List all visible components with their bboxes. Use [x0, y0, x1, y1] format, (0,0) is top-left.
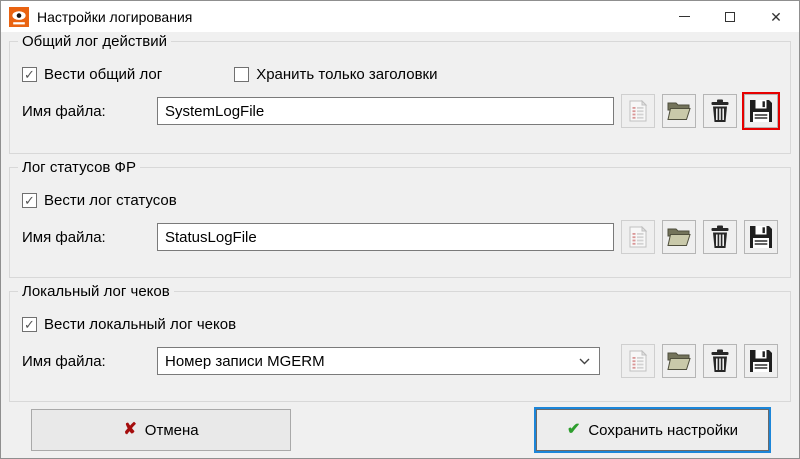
minimize-icon [678, 16, 690, 17]
checkbox-keep-local-receipt-log[interactable]: ✓ Вести локальный лог чеков [22, 316, 236, 333]
checkbox-label: Вести лог статусов [44, 192, 177, 209]
folder-open-icon [667, 352, 691, 370]
check-icon: ✓ [24, 317, 35, 332]
checkbox-box: ✓ [22, 193, 37, 208]
group-local-receipt-log: Локальный лог чеков ✓ Вести локальный ло… [9, 283, 791, 402]
cancel-x-icon: ✘ [123, 421, 137, 438]
status-log-filename-input[interactable] [157, 223, 614, 251]
open-folder-button[interactable] [662, 94, 696, 128]
floppy-save-icon [750, 350, 772, 372]
checkbox-label: Вести общий лог [44, 66, 163, 83]
view-log-button[interactable] [621, 344, 655, 378]
view-log-button[interactable] [621, 220, 655, 254]
cancel-button[interactable]: ✘ Отмена [31, 409, 291, 451]
local-log-filename-combobox[interactable]: Номер записи MGERM [157, 347, 600, 375]
title-bar: Настройки логирования ✕ [1, 1, 799, 32]
checkbox-box: ✓ [22, 317, 37, 332]
floppy-save-icon [750, 226, 772, 248]
trash-icon [711, 225, 729, 248]
delete-file-button[interactable] [703, 344, 737, 378]
folder-open-icon [667, 102, 691, 120]
checkbox-keep-status-log[interactable]: ✓ Вести лог статусов [22, 192, 177, 209]
checkbox-store-headers-only[interactable]: ✓ Хранить только заголовки [234, 66, 437, 83]
save-file-button[interactable] [744, 344, 778, 378]
cancel-button-label: Отмена [144, 421, 199, 439]
footer: ✘ Отмена ✔ Сохранить настройки [1, 409, 799, 451]
file-name-label: Имя файла: [22, 228, 106, 246]
file-name-label: Имя файла: [22, 102, 106, 120]
save-check-icon: ✔ [566, 421, 581, 438]
combobox-value: Номер записи MGERM [165, 352, 325, 370]
save-file-button[interactable] [744, 220, 778, 254]
maximize-icon [725, 11, 735, 22]
log-view-icon [629, 350, 648, 372]
open-folder-button[interactable] [662, 220, 696, 254]
trash-icon [711, 99, 729, 122]
folder-open-icon [667, 228, 691, 246]
window-title: Настройки логирования [37, 8, 193, 25]
checkbox-label: Хранить только заголовки [256, 66, 438, 83]
close-icon: ✕ [770, 8, 782, 25]
checkbox-box: ✓ [234, 67, 250, 82]
delete-file-button[interactable] [703, 94, 737, 128]
general-log-filename-input[interactable] [157, 97, 614, 125]
open-folder-button[interactable] [662, 344, 696, 378]
group-title: Лог статусов ФР [18, 159, 140, 176]
file-name-label: Имя файла: [22, 352, 106, 370]
group-title: Общий лог действий [18, 33, 171, 50]
save-file-button-highlighted[interactable] [742, 92, 780, 130]
log-view-icon [629, 226, 648, 248]
app-logo-icon [9, 6, 29, 27]
checkbox-label: Вести локальный лог чеков [44, 316, 237, 333]
save-settings-button-label: Сохранить настройки [588, 421, 739, 439]
check-icon: ✓ [24, 193, 35, 208]
maximize-button[interactable] [707, 1, 753, 32]
chevron-down-icon [579, 358, 590, 364]
trash-icon [711, 349, 729, 372]
close-button[interactable]: ✕ [753, 1, 799, 32]
floppy-save-icon [750, 100, 772, 122]
minimize-button[interactable] [661, 1, 707, 32]
settings-dialog: Настройки логирования ✕ Общий лог действ… [0, 0, 800, 459]
log-view-icon [629, 100, 648, 122]
save-settings-button[interactable]: ✔ Сохранить настройки [536, 409, 769, 451]
view-log-button[interactable] [621, 94, 655, 128]
checkbox-keep-general-log[interactable]: ✓ Вести общий лог [22, 66, 162, 83]
delete-file-button[interactable] [703, 220, 737, 254]
group-status-log: Лог статусов ФР ✓ Вести лог статусов Имя… [9, 159, 791, 278]
checkbox-box: ✓ [22, 67, 37, 82]
check-icon: ✓ [24, 67, 35, 82]
group-title: Локальный лог чеков [18, 283, 174, 300]
group-general-log: Общий лог действий ✓ Вести общий лог ✓ Х… [9, 33, 791, 154]
